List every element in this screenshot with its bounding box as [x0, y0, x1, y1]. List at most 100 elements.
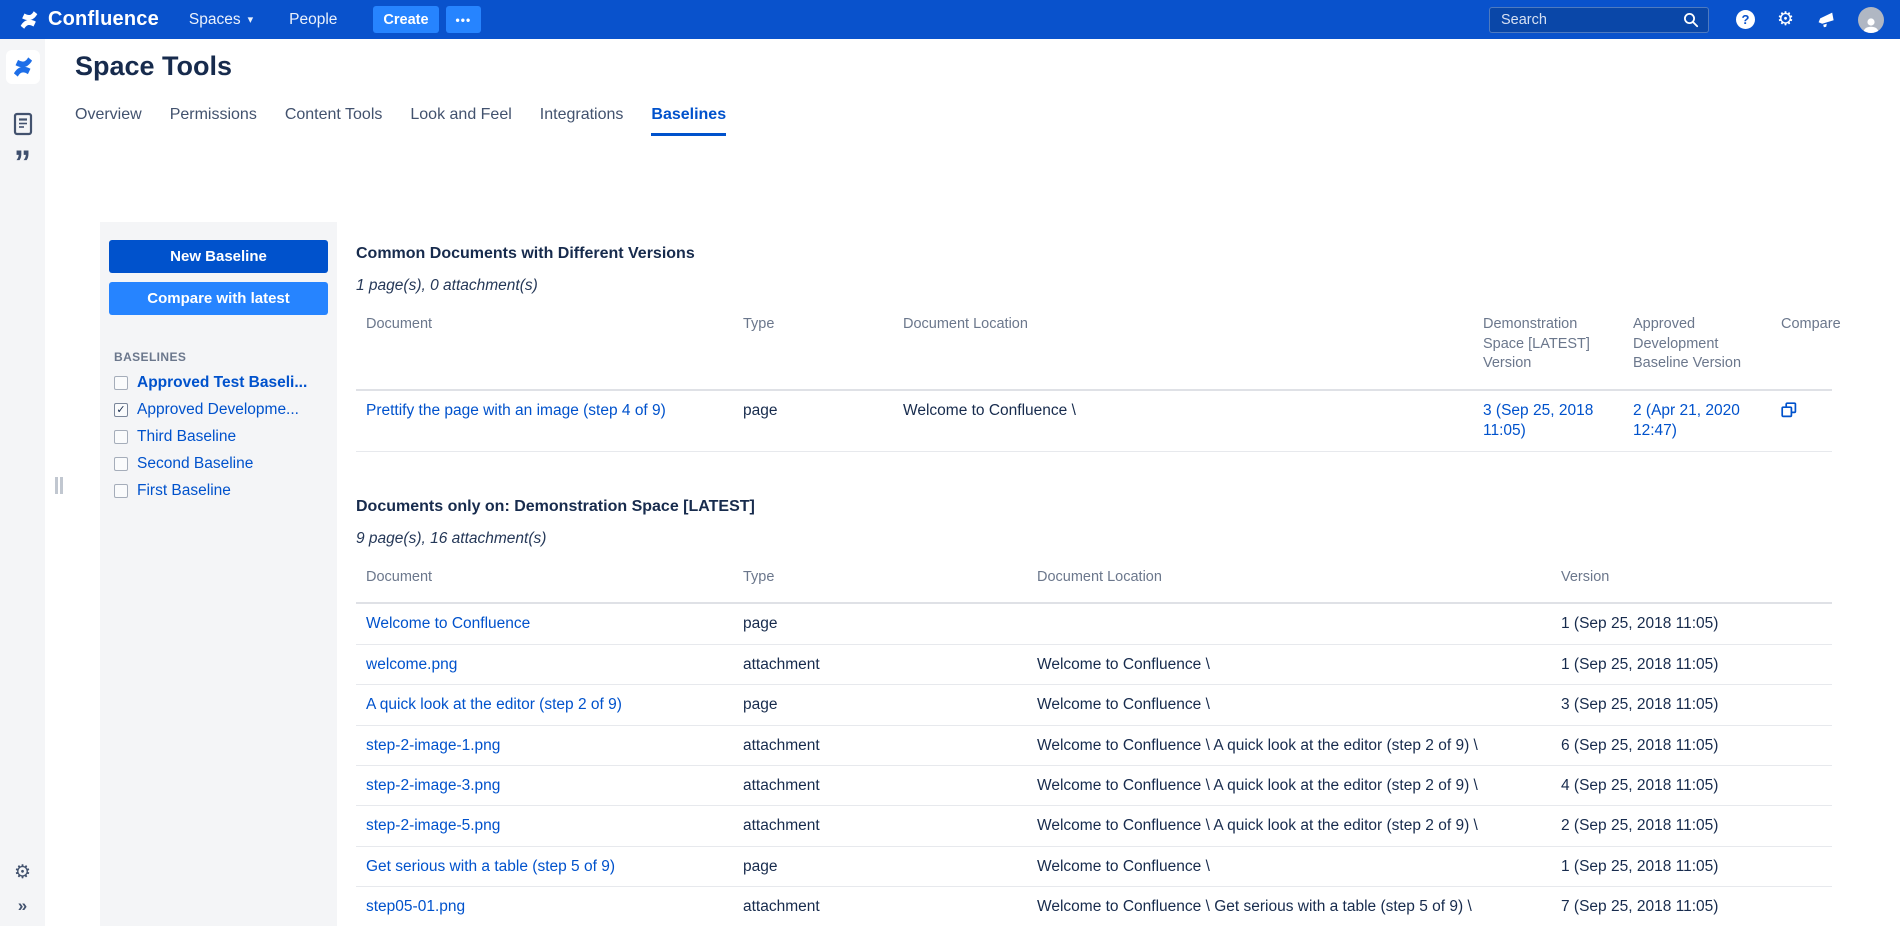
baseline-checkbox[interactable]: ✓ — [114, 403, 128, 417]
tab-integrations[interactable]: Integrations — [540, 106, 624, 136]
type-cell: attachment — [733, 805, 1027, 847]
top-navigation-bar: Confluence Spaces ▾ People Create ••• ? … — [0, 0, 1900, 39]
baseline-list-item: ✓ Approved Developme... — [114, 401, 328, 419]
baselines-panel: New Baseline Compare with latest BASELIN… — [100, 222, 337, 926]
document-link[interactable]: step-2-image-3.png — [366, 777, 500, 794]
column-header: Approved Development Baseline Version — [1623, 304, 1771, 391]
rail-bottom-group: ⚙ » — [14, 863, 31, 914]
search-icon[interactable] — [1683, 12, 1699, 28]
location-cell: Welcome to Confluence \ — [893, 389, 1473, 452]
space-settings-gear-icon[interactable]: ⚙ — [14, 863, 31, 882]
latest-only-documents-section: Documents only on: Demonstration Space [… — [356, 498, 1836, 926]
type-cell: page — [733, 846, 1027, 888]
baseline-checkbox[interactable] — [114, 430, 128, 444]
location-cell: Welcome to Confluence \ A quick look at … — [1027, 805, 1551, 847]
search-box[interactable] — [1488, 6, 1709, 33]
document-link[interactable]: step05-01.png — [366, 898, 465, 915]
column-header: Document Location — [1027, 556, 1551, 605]
tab-overview[interactable]: Overview — [75, 106, 142, 136]
space-logo-icon[interactable] — [5, 50, 40, 84]
baseline-link[interactable]: Second Baseline — [137, 455, 253, 473]
type-cell: attachment — [733, 765, 1027, 807]
document-link[interactable]: step-2-image-5.png — [366, 817, 500, 834]
location-cell: Welcome to Confluence \ A quick look at … — [1027, 765, 1551, 807]
baseline-link[interactable]: First Baseline — [137, 482, 231, 500]
version-cell: 1 (Sep 25, 2018 11:05) — [1551, 846, 1832, 888]
confluence-logo-icon[interactable] — [18, 9, 40, 31]
document-link[interactable]: Get serious with a table (step 5 of 9) — [366, 858, 615, 875]
latest-version-link[interactable]: 3 (Sep 25, 2018 11:05) — [1483, 402, 1593, 439]
latest-only-documents-table: Document Type Document Location Version Wel… — [356, 556, 1832, 926]
space-tools-tabs: Overview Permissions Content Tools Look and… — [75, 106, 727, 136]
nav-people[interactable]: People — [289, 11, 337, 29]
column-header: Version — [1551, 556, 1832, 605]
tab-look-and-feel[interactable]: Look and Feel — [410, 106, 511, 136]
baseline-list-item: First Baseline — [114, 482, 328, 500]
section-heading: Common Documents with Different Versions — [356, 245, 695, 262]
sidebar-resize-handle[interactable] — [55, 477, 63, 494]
column-header: Document — [356, 556, 733, 605]
user-avatar[interactable] — [1858, 6, 1884, 33]
pages-icon[interactable] — [13, 112, 33, 136]
megaphone-icon[interactable] — [1816, 10, 1836, 30]
baseline-version-link[interactable]: 2 (Apr 21, 2020 12:47) — [1633, 402, 1740, 439]
section-count: 9 page(s), 16 attachment(s) — [356, 529, 547, 547]
quote-icon[interactable]: ” — [14, 146, 31, 180]
document-link[interactable]: Prettify the page with an image (step 4 … — [366, 402, 666, 419]
compare-with-latest-button[interactable]: Compare with latest — [109, 282, 328, 315]
table-row: step-2-image-5.png attachment Welcome to C… — [356, 805, 1832, 847]
expand-sidebar-icon[interactable]: » — [18, 897, 27, 914]
table-row: Get serious with a table (step 5 of 9) pa… — [356, 846, 1832, 888]
search-input[interactable] — [1498, 10, 1683, 29]
tab-content-tools[interactable]: Content Tools — [285, 106, 383, 136]
new-baseline-button[interactable]: New Baseline — [109, 240, 328, 273]
baseline-link[interactable]: Approved Developme... — [137, 401, 299, 419]
baseline-link[interactable]: Third Baseline — [137, 428, 236, 446]
space-sidebar-rail: ” ⚙ » — [0, 39, 45, 926]
baseline-checkbox[interactable] — [114, 457, 128, 471]
compare-icon[interactable] — [1781, 402, 1797, 418]
version-cell: 2 (Sep 25, 2018 11:05) — [1551, 805, 1832, 847]
version-cell: 1 (Sep 25, 2018 11:05) — [1551, 644, 1832, 686]
table-row: Prettify the page with an image (step 4 … — [356, 389, 1832, 452]
confluence-brand-title[interactable]: Confluence — [48, 8, 159, 31]
gear-icon[interactable]: ⚙ — [1777, 10, 1794, 29]
baseline-link[interactable]: Approved Test Baseli... — [137, 374, 307, 392]
section-count: 1 page(s), 0 attachment(s) — [356, 277, 538, 294]
nav-spaces-label: Spaces — [188, 10, 241, 28]
type-cell: page — [733, 684, 1027, 726]
tab-baselines[interactable]: Baselines — [651, 106, 727, 136]
version-cell: 4 (Sep 25, 2018 11:05) — [1551, 765, 1832, 807]
table-row: step05-01.png attachment Welcome to Conflu… — [356, 886, 1832, 926]
table-header-row: Document Type Document Location Version — [356, 556, 1832, 605]
version-cell: 7 (Sep 25, 2018 11:05) — [1551, 886, 1832, 926]
type-cell: attachment — [733, 644, 1027, 686]
baseline-list-item: Third Baseline — [114, 428, 328, 446]
table-row: step-2-image-1.png attachment Welcome to C… — [356, 725, 1832, 766]
tab-permissions[interactable]: Permissions — [170, 106, 257, 136]
nav-spaces[interactable]: Spaces ▾ — [189, 11, 253, 29]
location-cell: Welcome to Confluence \ — [1027, 846, 1551, 888]
baselines-list-title: BASELINES — [114, 350, 187, 364]
baseline-checkbox[interactable] — [114, 376, 128, 390]
column-header: Document Location — [893, 304, 1473, 391]
page-title: Space Tools — [75, 51, 233, 81]
document-link[interactable]: Welcome to Confluence — [366, 615, 530, 632]
location-cell: Welcome to Confluence \ — [1027, 684, 1551, 726]
create-button[interactable]: Create — [373, 6, 439, 33]
column-header: Document — [356, 304, 733, 391]
column-header: Compare — [1771, 304, 1841, 391]
baseline-checkbox[interactable] — [114, 484, 128, 498]
help-icon[interactable]: ? — [1735, 10, 1755, 29]
more-actions-button[interactable]: ••• — [445, 6, 482, 33]
document-link[interactable]: A quick look at the editor (step 2 of 9) — [366, 696, 622, 713]
document-link[interactable]: step-2-image-1.png — [366, 737, 500, 754]
location-cell: Welcome to Confluence \ — [1027, 644, 1551, 686]
nav-people-label: People — [289, 10, 338, 28]
version-cell: 3 (Sep 25, 2018 11:05) — [1551, 684, 1832, 726]
table-row: A quick look at the editor (step 2 of 9)… — [356, 684, 1832, 726]
topbar-right-group: ? ⚙ — [1488, 6, 1884, 33]
type-cell: attachment — [733, 886, 1027, 926]
type-cell: attachment — [733, 725, 1027, 766]
document-link[interactable]: welcome.png — [366, 656, 457, 673]
